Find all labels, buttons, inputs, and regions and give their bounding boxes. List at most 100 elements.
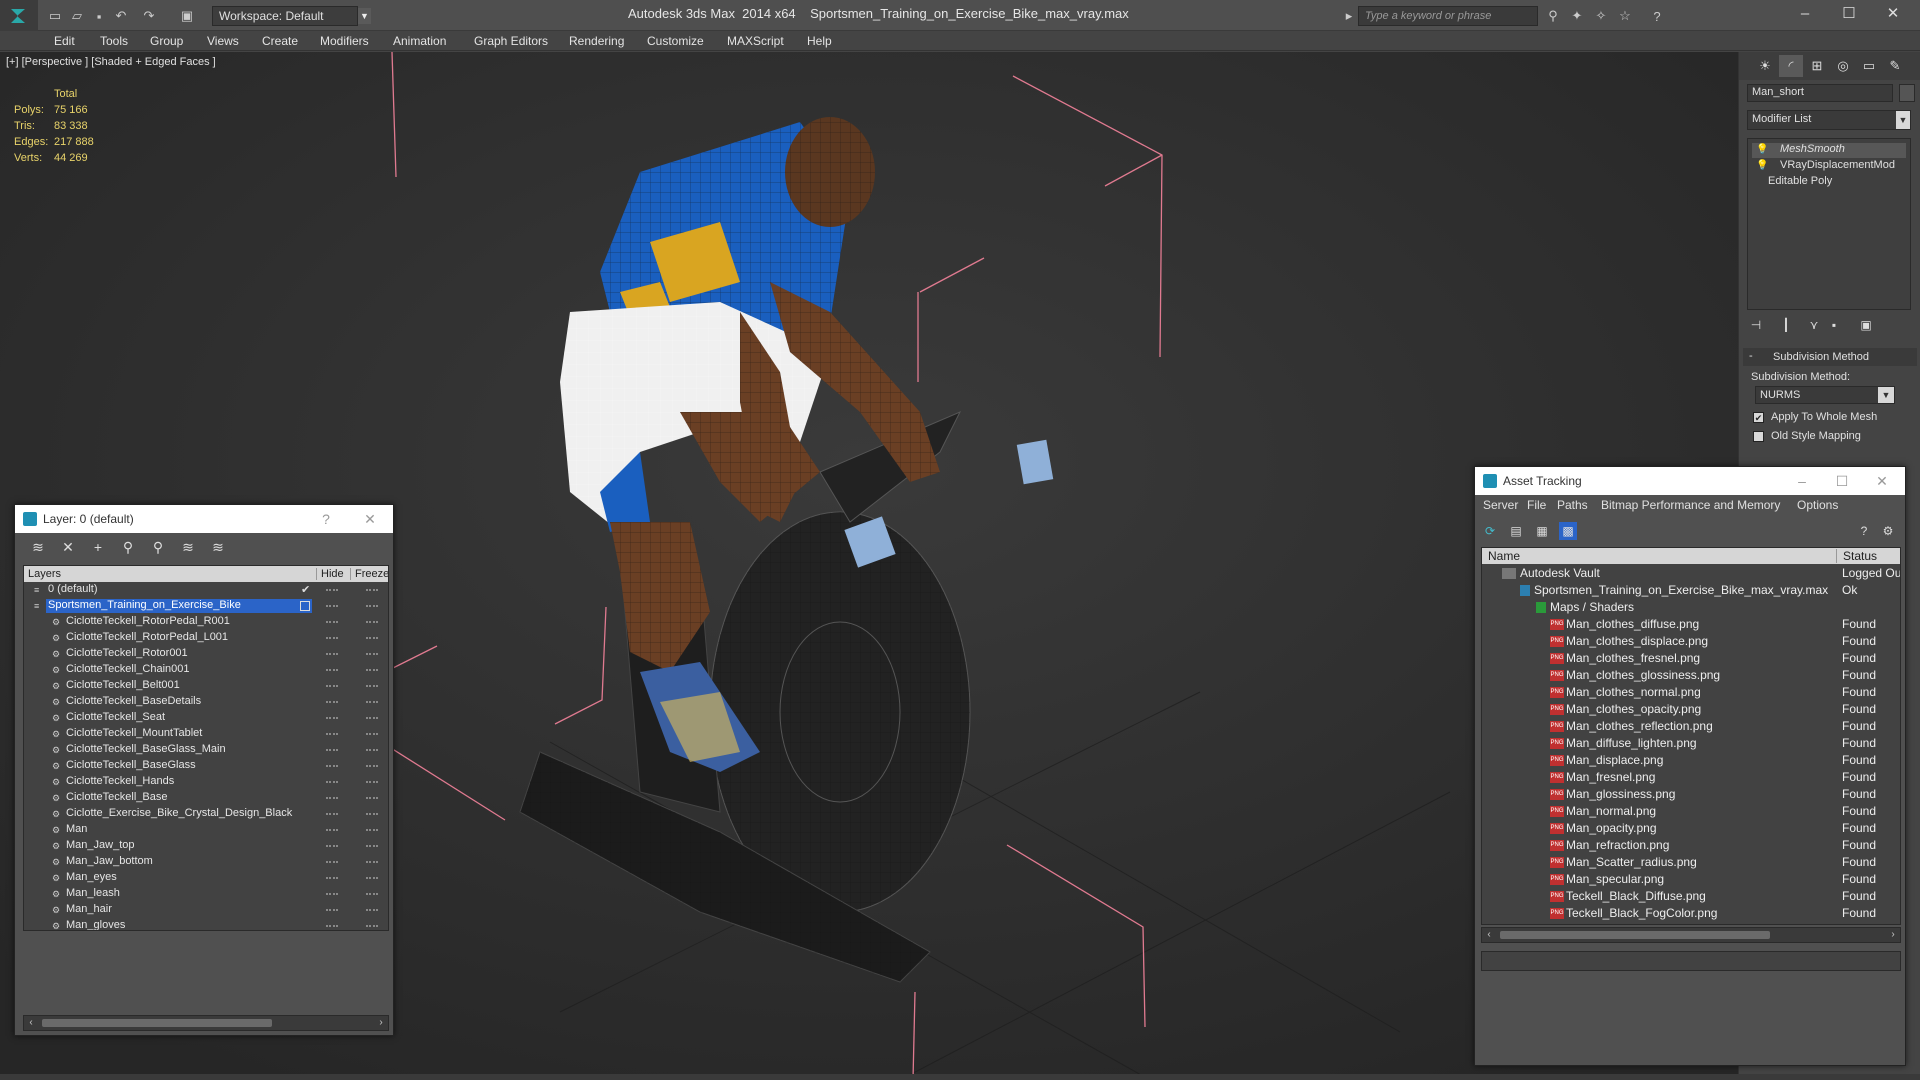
layer-row[interactable]: ⚙ CiclotteTeckell_Seat [24,710,388,726]
redo-icon[interactable]: ↷ [138,5,160,27]
asset-window-titlebar[interactable]: Asset Tracking – ☐ ✕ [1475,467,1905,495]
freeze-toggle[interactable] [366,685,378,687]
freeze-toggle[interactable] [366,861,378,863]
hide-toggle[interactable] [326,813,338,815]
scroll-thumb[interactable] [1500,931,1770,939]
freeze-toggle[interactable] [366,925,378,927]
asset-row-map[interactable]: PNG Man_clothes_opacity.png Found [1482,701,1900,718]
delete-layer-icon[interactable]: ✕ [57,537,79,557]
menu-create[interactable]: Create [262,34,298,48]
freeze-toggle[interactable] [366,813,378,815]
lightbulb-icon[interactable]: 💡 [1756,144,1768,155]
hide-toggle[interactable] [326,797,338,799]
layer-row[interactable]: ⚙ Man_gloves [24,918,388,930]
minimize-button[interactable]: – [1783,2,1827,26]
hierarchy-tab-icon[interactable]: ⊞ [1805,55,1829,77]
layer-row[interactable]: ⚙ Man_hair [24,902,388,918]
layer-hscrollbar[interactable]: ‹ › [23,1015,389,1031]
asset-row-map[interactable]: PNG Man_clothes_reflection.png Found [1482,718,1900,735]
asset-row-map[interactable]: PNG Man_clothes_normal.png Found [1482,684,1900,701]
hide-toggle[interactable] [326,621,338,623]
freeze-toggle[interactable] [366,749,378,751]
configure-modifier-sets-icon[interactable]: ▣ [1857,318,1875,336]
asset-row-map[interactable]: PNG Man_clothes_displace.png Found [1482,633,1900,650]
layer-row[interactable]: ⚙ CiclotteTeckell_RotorPedal_L001 [24,630,388,646]
hide-toggle[interactable] [326,733,338,735]
layer-row[interactable]: ⚙ CiclotteTeckell_BaseDetails [24,694,388,710]
asset-row-map[interactable]: PNGTeckell_Black_Fresnel.pngFound [1482,922,1900,924]
help-icon[interactable]: ? [1855,522,1873,540]
menu-help[interactable]: Help [807,34,832,48]
freeze-toggle[interactable] [366,829,378,831]
scroll-thumb[interactable] [42,1019,272,1027]
checkbox-box[interactable] [1753,431,1764,442]
layer-row[interactable]: ⚙ Man [24,822,388,838]
app-logo-icon[interactable] [0,0,38,31]
subdivision-method-rollout[interactable]: - Subdivision Method [1743,348,1917,366]
search-expand-icon[interactable]: ▸ [1342,5,1356,27]
asset-row-map[interactable]: PNG Man_Scatter_radius.png Found [1482,854,1900,871]
hide-toggle[interactable] [326,909,338,911]
menu-graph-editors[interactable]: Graph Editors [474,34,548,48]
freeze-toggle[interactable] [366,621,378,623]
stack-item-editable-poly[interactable]: Editable Poly [1752,175,1906,190]
hide-toggle[interactable] [326,781,338,783]
freeze-toggle[interactable] [366,765,378,767]
hide-toggle[interactable] [326,925,338,927]
workspace-dropdown[interactable]: Workspace: Default ▼ [212,6,371,26]
menu-modifiers[interactable]: Modifiers [320,34,369,48]
layer-row[interactable]: ⚙ CiclotteTeckell_Base [24,790,388,806]
menu-server[interactable]: Server [1483,498,1518,512]
binoculars-icon[interactable]: ⚲ [1542,5,1564,27]
highlight-layer-icon[interactable]: ⚲ [147,537,169,557]
subdivision-method-select[interactable]: NURMS ▼ [1755,386,1895,404]
chevron-down-icon[interactable]: ▼ [1878,387,1894,403]
save-icon[interactable]: ▪ [88,5,110,27]
refresh-icon[interactable]: ⟳ [1481,522,1499,540]
close-button[interactable]: ✕ [1871,2,1915,26]
layer-row[interactable]: ⚙ CiclotteTeckell_RotorPedal_R001 [24,614,388,630]
layer-row[interactable]: ⚙ CiclotteTeckell_BaseGlass [24,758,388,774]
asset-path-field[interactable] [1481,951,1901,971]
asset-row-map[interactable]: PNG Man_diffuse_lighten.png Found [1482,735,1900,752]
scroll-right-icon[interactable]: › [1886,928,1900,942]
hide-toggle[interactable] [326,877,338,879]
freeze-toggle[interactable] [366,589,378,591]
hide-toggle[interactable] [326,685,338,687]
freeze-toggle[interactable] [366,605,378,607]
current-layer-toggle[interactable] [300,601,310,611]
scroll-left-icon[interactable]: ‹ [24,1016,38,1030]
layer-window-titlebar[interactable]: Layer: 0 (default) ? ✕ [15,505,393,533]
asset-row-map[interactable]: PNG Man_glossiness.png Found [1482,786,1900,803]
hide-toggle[interactable] [326,701,338,703]
display-tab-icon[interactable]: ▭ [1857,55,1881,77]
menu-views[interactable]: Views [207,34,239,48]
asset-row-map[interactable]: PNG Man_refraction.png Found [1482,837,1900,854]
close-button[interactable]: ✕ [355,509,385,529]
freeze-toggle[interactable] [366,669,378,671]
settings-icon[interactable]: ⚙ [1879,522,1897,540]
modify-tab-icon[interactable]: ◜ [1779,55,1803,77]
signin-icon[interactable]: ✧ [1590,5,1612,27]
layer-row[interactable]: ⚙ Man_Jaw_bottom [24,854,388,870]
asset-row-map[interactable]: PNG Teckell_Black_Diffuse.png Found [1482,888,1900,905]
freeze-toggle[interactable] [366,701,378,703]
freeze-toggle[interactable] [366,877,378,879]
chevron-down-icon[interactable]: ▼ [1896,111,1910,129]
menu-file[interactable]: File [1527,498,1546,512]
freeze-toggle[interactable] [366,637,378,639]
create-tab-icon[interactable]: ☀ [1753,55,1777,77]
menu-customize[interactable]: Customize [647,34,704,48]
freeze-toggle[interactable] [366,909,378,911]
freeze-toggle[interactable] [366,717,378,719]
freeze-toggle[interactable] [366,733,378,735]
hide-toggle[interactable] [326,605,338,607]
new-file-icon[interactable]: ▭ [44,5,66,27]
select-objects-icon[interactable]: ⚲ [117,537,139,557]
hide-toggle[interactable] [326,861,338,863]
menu-group[interactable]: Group [150,34,183,48]
asset-row-vault[interactable]: Autodesk Vault Logged Ou [1482,565,1900,582]
layer-row[interactable]: ⚙ Ciclotte_Exercise_Bike_Crystal_Design_B… [24,806,388,822]
apply-whole-mesh-checkbox[interactable]: ✔ Apply To Whole Mesh [1753,410,1913,426]
menu-tools[interactable]: Tools [100,34,128,48]
